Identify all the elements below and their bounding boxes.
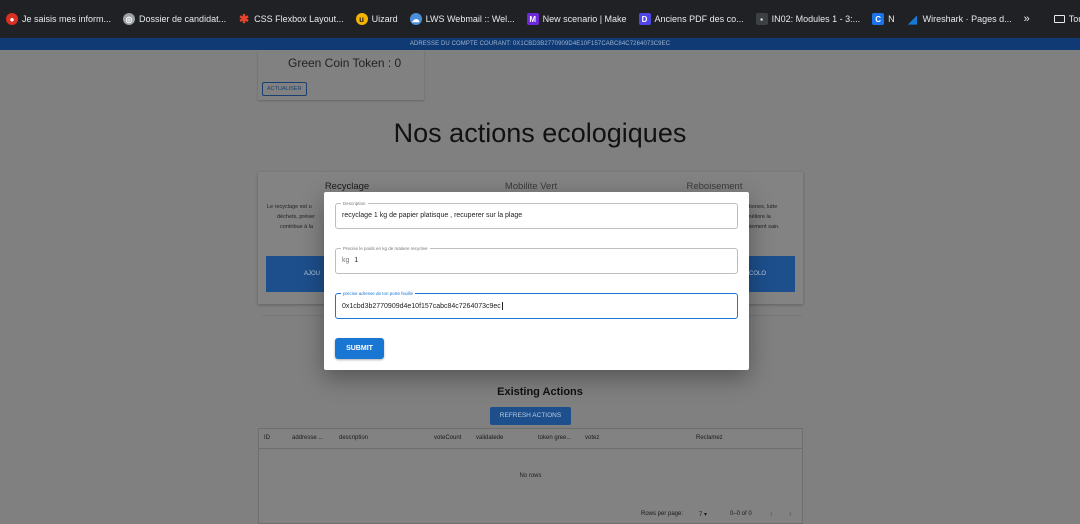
weight-unit: kg [342, 257, 350, 264]
account-address-banner: ADRESSE DU COMPTE COURANT: 0X1CBD3B27709… [0, 38, 1080, 50]
column-header[interactable]: voteCount [434, 435, 461, 441]
card-text-line: contribue à la [280, 224, 314, 230]
bookmark-item[interactable]: ☁ LWS Webmail :: Wel... [404, 8, 521, 30]
token-card: Green Coin Token : 0 ACTUALISER [258, 50, 424, 100]
weight-input[interactable]: kg 1 [342, 257, 358, 264]
bookmark-item[interactable]: u Uizard [350, 8, 404, 30]
card-text-line: rbones, lutte [747, 204, 778, 210]
bookmark-label: New scenario | Make [542, 14, 627, 24]
asterisk-icon: ✱ [239, 12, 250, 26]
page-title: Nos actions ecologiques [393, 118, 687, 148]
weight-value: 1 [354, 257, 359, 264]
bookmark-item[interactable]: M New scenario | Make [521, 8, 633, 30]
column-header[interactable]: description [339, 435, 368, 441]
column-header[interactable]: token gree... [538, 435, 571, 441]
wallet-address-label: precise adresse de ton porte feuille [341, 290, 416, 297]
refresh-token-button[interactable]: ACTUALISER [262, 82, 307, 96]
column-header[interactable]: validatede [476, 435, 503, 441]
bookmark-label: Wireshark · Pages d... [922, 14, 1012, 24]
more-bookmarks-button[interactable]: » [1018, 13, 1036, 25]
text-caret [501, 302, 503, 310]
refresh-actions-button[interactable]: REFRESH ACTIONS [490, 407, 571, 425]
action-dialog: Description recyclage 1 kg de papier pla… [324, 192, 749, 370]
bookmark-label: CSS Flexbox Layout... [254, 14, 344, 24]
card-text-line: biement sain. [747, 224, 780, 230]
pagination-range: 0–0 of 0 [730, 511, 752, 517]
card-title: Reboisement [686, 181, 743, 192]
card-text: rbones, lutte méliore la biement sain. [747, 202, 780, 232]
bookmark-item[interactable]: D Anciens PDF des co... [633, 8, 750, 30]
bookmarks-bar: ● Je saisis mes inform... ◎ Dossier de c… [0, 0, 1080, 38]
wallet-address-input[interactable]: 0x1cbd3b2770909d4e10f157cabc84c7264073c9… [342, 302, 503, 310]
bookmark-item[interactable]: ◎ Dossier de candidat... [117, 8, 232, 30]
column-header[interactable]: ID [264, 435, 270, 441]
person-icon: ● [6, 13, 18, 25]
actions-table: ID addresse ... description voteCount va… [258, 428, 803, 524]
bookmark-label: Je saisis mes inform... [22, 14, 112, 24]
folder-icon [1053, 15, 1065, 23]
bookmark-item[interactable]: ▪ IN02: Modules 1 - 3:... [750, 8, 867, 30]
wallet-address-field[interactable]: precise adresse de ton porte feuille 0x1… [335, 290, 738, 319]
uizard-icon: u [355, 13, 368, 25]
card-text: Le recyclage est u déchets, préser contr… [267, 202, 315, 232]
card-title: Mobilite Vert [504, 181, 558, 192]
wallet-address-value: 0x1cbd3b2770909d4e10f157cabc84c7264073c9… [342, 302, 501, 310]
rows-per-page-label: Rows per page: [641, 511, 684, 517]
bookmark-item[interactable]: ◢ Wireshark · Pages d... [901, 8, 1018, 30]
rows-per-page-value: 7 [699, 512, 703, 518]
d-icon: D [638, 13, 651, 25]
bookmark-label: LWS Webmail :: Wel... [425, 14, 515, 24]
description-field[interactable]: Description recyclage 1 kg de papier pla… [335, 200, 738, 229]
token-balance: Green Coin Token : 0 [288, 56, 402, 70]
weight-field[interactable]: Precise le poids en kg de matiere recycl… [335, 245, 738, 274]
bookmark-item[interactable]: C N [866, 8, 901, 30]
account-address-text: ADRESSE DU COMPTE COURANT: 0X1CBD3B27709… [409, 41, 671, 47]
bookmark-label: Uizard [371, 14, 398, 24]
bookmark-label: N [888, 14, 895, 24]
submit-button[interactable]: SUBMIT [335, 338, 384, 359]
card-title: Recyclage [324, 181, 370, 192]
chevron-down-icon: ▾ [704, 512, 708, 518]
description-input[interactable]: recyclage 1 kg de papier platisque , rec… [342, 212, 522, 219]
bookmark-label: Dossier de candidat... [139, 14, 227, 24]
rows-per-page-select[interactable]: 7 ▾ [699, 511, 707, 518]
card-text-line: Le recyclage est u [267, 204, 312, 210]
table-header: ID addresse ... description voteCount va… [259, 429, 802, 449]
column-header[interactable]: votez [585, 435, 599, 441]
cloud-icon: ☁ [409, 13, 422, 25]
table-pagination: Rows per page: 7 ▾ 0–0 of 0 ‹ › [259, 507, 802, 524]
c-icon: C [872, 13, 885, 25]
bookmark-label: IN02: Modules 1 - 3:... [771, 14, 861, 24]
all-bookmarks-button[interactable]: Tous les favoris [1048, 8, 1080, 30]
globe-icon: ◎ [123, 13, 136, 25]
all-bookmarks-label: Tous les favoris [1068, 14, 1080, 24]
bookmark-item[interactable]: ● Je saisis mes inform... [0, 8, 117, 30]
column-header[interactable]: addresse ... [292, 435, 323, 441]
prev-page-button[interactable]: ‹ [770, 509, 773, 518]
empty-rows-message: No rows [519, 473, 542, 479]
bookmark-label: Anciens PDF des co... [654, 14, 744, 24]
description-label: Description [341, 200, 368, 207]
shark-fin-icon: ◢ [908, 13, 917, 26]
existing-actions-title: Existing Actions [497, 386, 583, 398]
card-text-line: déchets, préser [277, 214, 315, 220]
next-page-button[interactable]: › [789, 509, 792, 518]
bookmark-item[interactable]: ✱ CSS Flexbox Layout... [232, 8, 350, 30]
make-icon: M [526, 13, 539, 25]
card-text-line: méliore la [747, 214, 771, 220]
dark-icon: ▪ [755, 13, 768, 25]
weight-label: Precise le poids en kg de matiere recycl… [341, 245, 430, 252]
column-header[interactable]: Reclamez [696, 435, 723, 441]
